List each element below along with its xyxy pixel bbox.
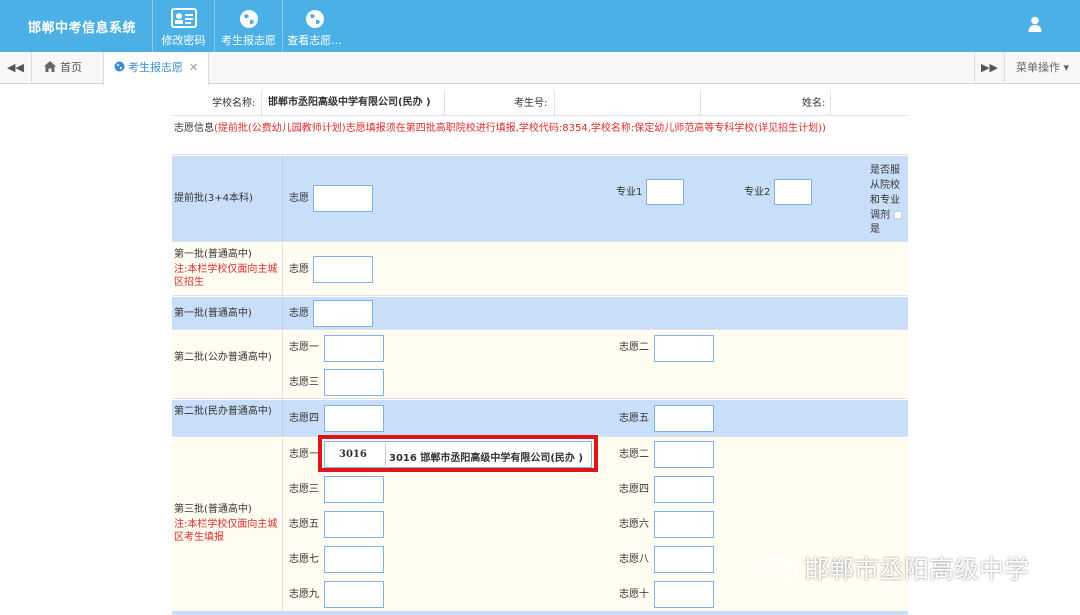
school-name-value: 邯郸市丞阳高级中学有限公司(民办 ) — [268, 97, 431, 108]
batch1-main-label: 第一批(普通高中) — [174, 249, 252, 260]
tab-apply-wish-label: 考生报志愿 — [128, 61, 183, 74]
batch3-wish4-input[interactable] — [654, 476, 714, 503]
exam-number-label: 考生号: — [514, 98, 548, 109]
apply-wish-button[interactable]: 考生报志愿 — [214, 0, 282, 52]
batch2-private-row: 第二批(民办普通高中) 志愿四 志愿五 — [172, 400, 908, 437]
batch2-wish3-label: 志愿三 — [289, 377, 319, 388]
notice-text: 志愿信息(提前批(公费幼儿园教师计划)志愿填报须在第四批高职院校进行填报,学校代… — [174, 121, 894, 136]
batch2-wish1-input[interactable] — [324, 335, 384, 362]
school-name-label: 学校名称: — [212, 98, 256, 109]
user-icon[interactable] — [1028, 16, 1042, 32]
batch1-wish-input[interactable] — [313, 300, 373, 327]
batch3-wish9-label: 志愿九 — [289, 589, 319, 600]
batch3-label: 第三批(普通高中) — [174, 504, 252, 515]
early-wish-input[interactable] — [313, 185, 373, 212]
notice-prefix: 志愿信息 — [174, 123, 214, 134]
batch3-note: 注:本栏学校仅面向主城区考生填报 — [174, 519, 278, 543]
batch3-wish5-label: 志愿五 — [289, 519, 319, 530]
next-row-edge — [172, 611, 908, 615]
early-batch-row: 提前批(3+4本科) 志愿 专业1 专业2 是否服从院校和专业调剂 是 — [172, 156, 908, 242]
tab-home-label: 首页 — [60, 61, 82, 74]
batch2-wish2-input[interactable] — [654, 335, 714, 362]
batch3-wish6-label: 志愿六 — [619, 519, 649, 530]
batch1-main-city-row: 第一批(普通高中) 注:本栏学校仅面向主城区招生 志愿 — [172, 243, 908, 296]
change-password-label: 修改密码 — [161, 34, 206, 47]
globe-icon — [305, 10, 324, 28]
early-wish-label: 志愿 — [289, 193, 309, 204]
notice-detail: (提前批(公费幼儿园教师计划)志愿填报须在第四批高职院校进行填报,学校代码:83… — [214, 123, 826, 134]
close-tab-icon[interactable]: ✕ — [189, 61, 198, 74]
wish-form: 学校名称: 邯郸市丞阳高级中学有限公司(民办 ) 考生号: 姓名: 志愿信息(提… — [172, 86, 908, 615]
batch1-wish-label: 志愿 — [289, 308, 309, 319]
id-card-icon — [170, 8, 197, 28]
batch3-wish9-input[interactable] — [324, 581, 384, 608]
batch3-wish6-input[interactable] — [654, 511, 714, 538]
batch3-wish7-input[interactable] — [324, 546, 384, 573]
batch2-public-label: 第二批(公办普通高中) — [174, 352, 272, 363]
view-wish-button[interactable]: 查看志愿... — [282, 0, 346, 52]
double-left-icon: ◀◀ — [7, 61, 24, 74]
batch3-wish8-input[interactable] — [654, 546, 714, 573]
highlight-box — [318, 435, 598, 472]
top-bar: 邯郸中考信息系统 修改密码 考生报志愿 查看志愿... — [0, 0, 1080, 52]
change-password-button[interactable]: 修改密码 — [152, 0, 214, 52]
wechat-icon — [763, 557, 798, 581]
scroll-right-button[interactable]: ▶▶ — [974, 52, 1004, 84]
batch2-wish3-input[interactable] — [324, 369, 384, 396]
batch3-wish2-input[interactable] — [654, 441, 714, 468]
batch3-wish10-label: 志愿十 — [619, 589, 649, 600]
student-info-row: 学校名称: 邯郸市丞阳高级中学有限公司(民办 ) 考生号: 姓名: — [172, 90, 908, 116]
batch3-wish3-input[interactable] — [324, 476, 384, 503]
menu-operation-dropdown[interactable]: 菜单操作 ▾ — [1004, 52, 1080, 84]
batch3-wish10-input[interactable] — [654, 581, 714, 608]
scroll-left-button[interactable]: ◀◀ — [0, 52, 32, 84]
batch2-wish5-label: 志愿五 — [619, 413, 649, 424]
watermark-text: 邯郸市丞阳高级中学 — [804, 555, 1030, 584]
apply-wish-label: 考生报志愿 — [221, 34, 276, 47]
batch2-wish4-label: 志愿四 — [289, 413, 319, 424]
batch2-public-row: 第二批(公办普通高中) 志愿一 志愿二 志愿三 — [172, 331, 908, 399]
batch2-wish2-label: 志愿二 — [619, 342, 649, 353]
obey-adjust-checkbox[interactable] — [894, 211, 902, 219]
tab-home[interactable]: 首页 — [34, 52, 92, 84]
major1-input[interactable] — [646, 179, 684, 205]
watermark: 邯郸市丞阳高级中学 — [762, 550, 1029, 586]
home-icon — [44, 61, 56, 72]
batch3-wish4-label: 志愿四 — [619, 484, 649, 495]
view-wish-label: 查看志愿... — [287, 34, 342, 47]
batch2-wish4-input[interactable] — [324, 405, 384, 432]
batch1-main-wish-input[interactable] — [313, 256, 373, 283]
batch3-wish2-label: 志愿二 — [619, 449, 649, 460]
batch2-private-label: 第二批(民办普通高中) — [174, 406, 272, 417]
notice-row: 志愿信息(提前批(公费幼儿园教师计划)志愿填报须在第四批高职院校进行填报,学校代… — [172, 117, 908, 155]
major2-label: 专业2 — [744, 187, 771, 198]
major2-input[interactable] — [774, 179, 812, 205]
batch3-wish5-input[interactable] — [324, 511, 384, 538]
batch3-wish8-label: 志愿八 — [619, 554, 649, 565]
batch2-wish5-input[interactable] — [654, 405, 714, 432]
student-name-label: 姓名: — [802, 98, 826, 109]
obey-adjust-value: 是 — [870, 224, 880, 235]
tab-bar: ◀◀ 首页 考生报志愿 ✕ ▶▶ 菜单操作 ▾ — [0, 52, 1080, 85]
batch2-wish1-label: 志愿一 — [289, 342, 319, 353]
early-batch-label: 提前批(3+4本科) — [174, 193, 253, 204]
double-right-icon: ▶▶ — [981, 61, 998, 74]
batch3-wish7-label: 志愿七 — [289, 554, 319, 565]
batch1-label: 第一批(普通高中) — [174, 308, 252, 319]
batch1-main-wish-label: 志愿 — [289, 264, 309, 275]
globe-icon — [114, 61, 125, 72]
tab-apply-wish[interactable]: 考生报志愿 ✕ — [103, 52, 210, 85]
app-title: 邯郸中考信息系统 — [28, 21, 137, 36]
major1-label: 专业1 — [616, 187, 643, 198]
batch1-row: 第一批(普通高中) 志愿 — [172, 297, 908, 330]
batch3-wish1-label: 志愿一 — [289, 449, 319, 460]
batch1-main-note: 注:本栏学校仅面向主城区招生 — [174, 264, 278, 288]
globe-icon — [239, 10, 258, 28]
batch3-wish3-label: 志愿三 — [289, 484, 319, 495]
